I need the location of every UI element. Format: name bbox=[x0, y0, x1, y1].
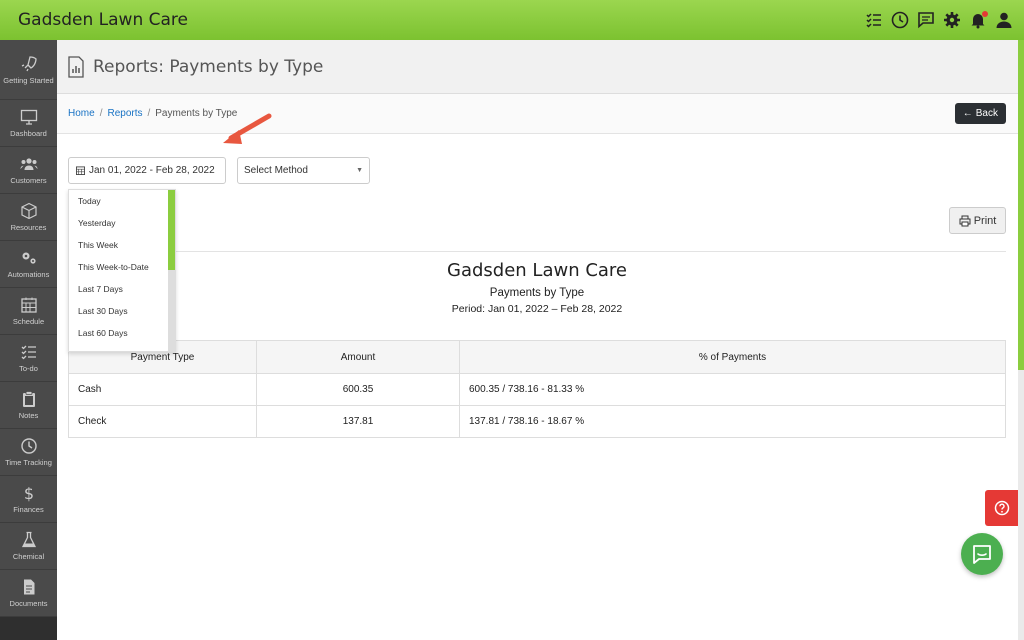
gear-icon[interactable] bbox=[942, 10, 962, 30]
cell-payment-type: Check bbox=[68, 405, 257, 438]
top-bar: Gadsden Lawn Care bbox=[0, 0, 1024, 40]
report-subtitle: Payments by Type bbox=[489, 287, 585, 299]
sidebar: Getting Started Dashboard Customers Reso… bbox=[0, 40, 57, 640]
calendar-icon bbox=[20, 297, 37, 313]
flask-icon bbox=[21, 531, 36, 548]
chat-bubble-icon bbox=[973, 545, 991, 564]
bell-icon[interactable] bbox=[968, 10, 988, 30]
page-header: Reports: Payments by Type bbox=[57, 40, 1018, 94]
dollar-icon: $ bbox=[23, 484, 33, 502]
back-button[interactable]: ← Back bbox=[954, 103, 1006, 124]
help-button[interactable] bbox=[985, 490, 1018, 526]
cell-amount: 137.81 bbox=[256, 405, 460, 438]
sidebar-item-chemical[interactable]: Chemical bbox=[0, 523, 57, 570]
sidebar-item-resources[interactable]: Resources bbox=[0, 194, 57, 241]
table-row: Check 137.81 137.81 / 738.16 - 18.67 % bbox=[68, 405, 1006, 438]
sidebar-item-schedule[interactable]: Schedule bbox=[0, 288, 57, 335]
app-title[interactable]: Gadsden Lawn Care bbox=[18, 10, 188, 30]
document-icon bbox=[23, 579, 34, 595]
sidebar-item-finances[interactable]: $ Finances bbox=[0, 476, 57, 523]
rocket-icon bbox=[21, 55, 37, 71]
gears-icon bbox=[22, 252, 36, 264]
printer-icon bbox=[959, 215, 971, 226]
sidebar-item-getting-started[interactable]: Getting Started bbox=[0, 40, 57, 100]
checklist-icon bbox=[21, 345, 36, 360]
print-button[interactable]: Print bbox=[949, 207, 1006, 234]
main-content: Reports: Payments by Type Home / Reports / P… bbox=[57, 40, 1018, 640]
clock-icon[interactable] bbox=[890, 10, 910, 30]
cell-payment-type: Cash bbox=[68, 373, 257, 406]
sidebar-item-automations[interactable]: Automations bbox=[0, 241, 57, 288]
preset-this-week[interactable]: This Week bbox=[69, 234, 175, 256]
box-icon bbox=[20, 202, 37, 220]
date-preset-dropdown: Today Yesterday This Week This Week-to-D… bbox=[68, 189, 176, 352]
breadcrumb-bar: Home / Reports / Payments by Type ← Back bbox=[57, 94, 1018, 134]
users-icon bbox=[20, 158, 37, 170]
chat-launcher-button[interactable] bbox=[961, 533, 1003, 575]
sidebar-item-notes[interactable]: Notes bbox=[0, 382, 57, 429]
table-header-row: Payment Type Amount % of Payments bbox=[68, 340, 1006, 374]
date-range-input[interactable]: Jan 01, 2022 - Feb 28, 2022 bbox=[68, 157, 226, 184]
svg-text:$: $ bbox=[23, 484, 33, 502]
breadcrumb-home[interactable]: Home bbox=[68, 108, 95, 119]
sidebar-item-time-tracking[interactable]: Time Tracking bbox=[0, 429, 57, 476]
cell-percent: 600.35 / 738.16 - 81.33 % bbox=[459, 373, 1006, 406]
breadcrumb-reports[interactable]: Reports bbox=[107, 108, 142, 119]
cell-percent: 137.81 / 738.16 - 18.67 % bbox=[459, 405, 1006, 438]
table-row: Cash 600.35 600.35 / 738.16 - 81.33 % bbox=[68, 373, 1006, 406]
annotation-arrow-icon bbox=[223, 113, 272, 144]
column-header-percent: % of Payments bbox=[459, 340, 1006, 374]
preset-yesterday[interactable]: Yesterday bbox=[69, 212, 175, 234]
preset-last-60-days[interactable]: Last 60 Days bbox=[69, 322, 175, 344]
preset-last-7-days[interactable]: Last 7 Days bbox=[69, 278, 175, 300]
divider bbox=[68, 251, 1006, 252]
sidebar-item-todo[interactable]: To-do bbox=[0, 335, 57, 382]
report-company: Gadsden Lawn Care bbox=[447, 260, 627, 281]
question-icon bbox=[994, 500, 1009, 516]
calendar-icon bbox=[76, 166, 85, 175]
arrow-left-icon: ← bbox=[962, 108, 973, 119]
checklist-icon[interactable] bbox=[864, 10, 884, 30]
page-scroll-thumb[interactable] bbox=[1018, 40, 1024, 370]
chat-icon[interactable] bbox=[916, 10, 936, 30]
cell-amount: 600.35 bbox=[256, 373, 460, 406]
sidebar-item-customers[interactable]: Customers bbox=[0, 147, 57, 194]
preset-last-30-days[interactable]: Last 30 Days bbox=[69, 300, 175, 322]
clock-icon bbox=[20, 438, 37, 454]
user-icon[interactable] bbox=[994, 10, 1014, 30]
breadcrumb: Home / Reports / Payments by Type bbox=[68, 108, 238, 119]
method-select[interactable]: Select Method ▼ bbox=[237, 157, 370, 184]
payments-table: Payment Type Amount % of Payments Cash 6… bbox=[68, 340, 1006, 438]
preset-today[interactable]: Today bbox=[69, 190, 175, 212]
page-title: Reports: Payments by Type bbox=[93, 56, 324, 77]
sidebar-item-dashboard[interactable]: Dashboard bbox=[0, 100, 57, 147]
preset-this-week-to-date[interactable]: This Week-to-Date bbox=[69, 256, 175, 278]
clipboard-icon bbox=[22, 391, 35, 407]
sidebar-item-documents[interactable]: Documents bbox=[0, 570, 57, 617]
report-header: Gadsden Lawn Care Payments by Type Perio… bbox=[68, 260, 1006, 315]
report-icon bbox=[68, 55, 84, 78]
caret-down-icon: ▼ bbox=[356, 167, 363, 174]
report-period: Period: Jan 01, 2022 – Feb 28, 2022 bbox=[451, 303, 623, 315]
notification-dot bbox=[982, 11, 988, 17]
column-header-amount: Amount bbox=[256, 340, 460, 374]
monitor-icon bbox=[20, 109, 37, 125]
dropdown-scroll-thumb[interactable] bbox=[168, 190, 175, 270]
